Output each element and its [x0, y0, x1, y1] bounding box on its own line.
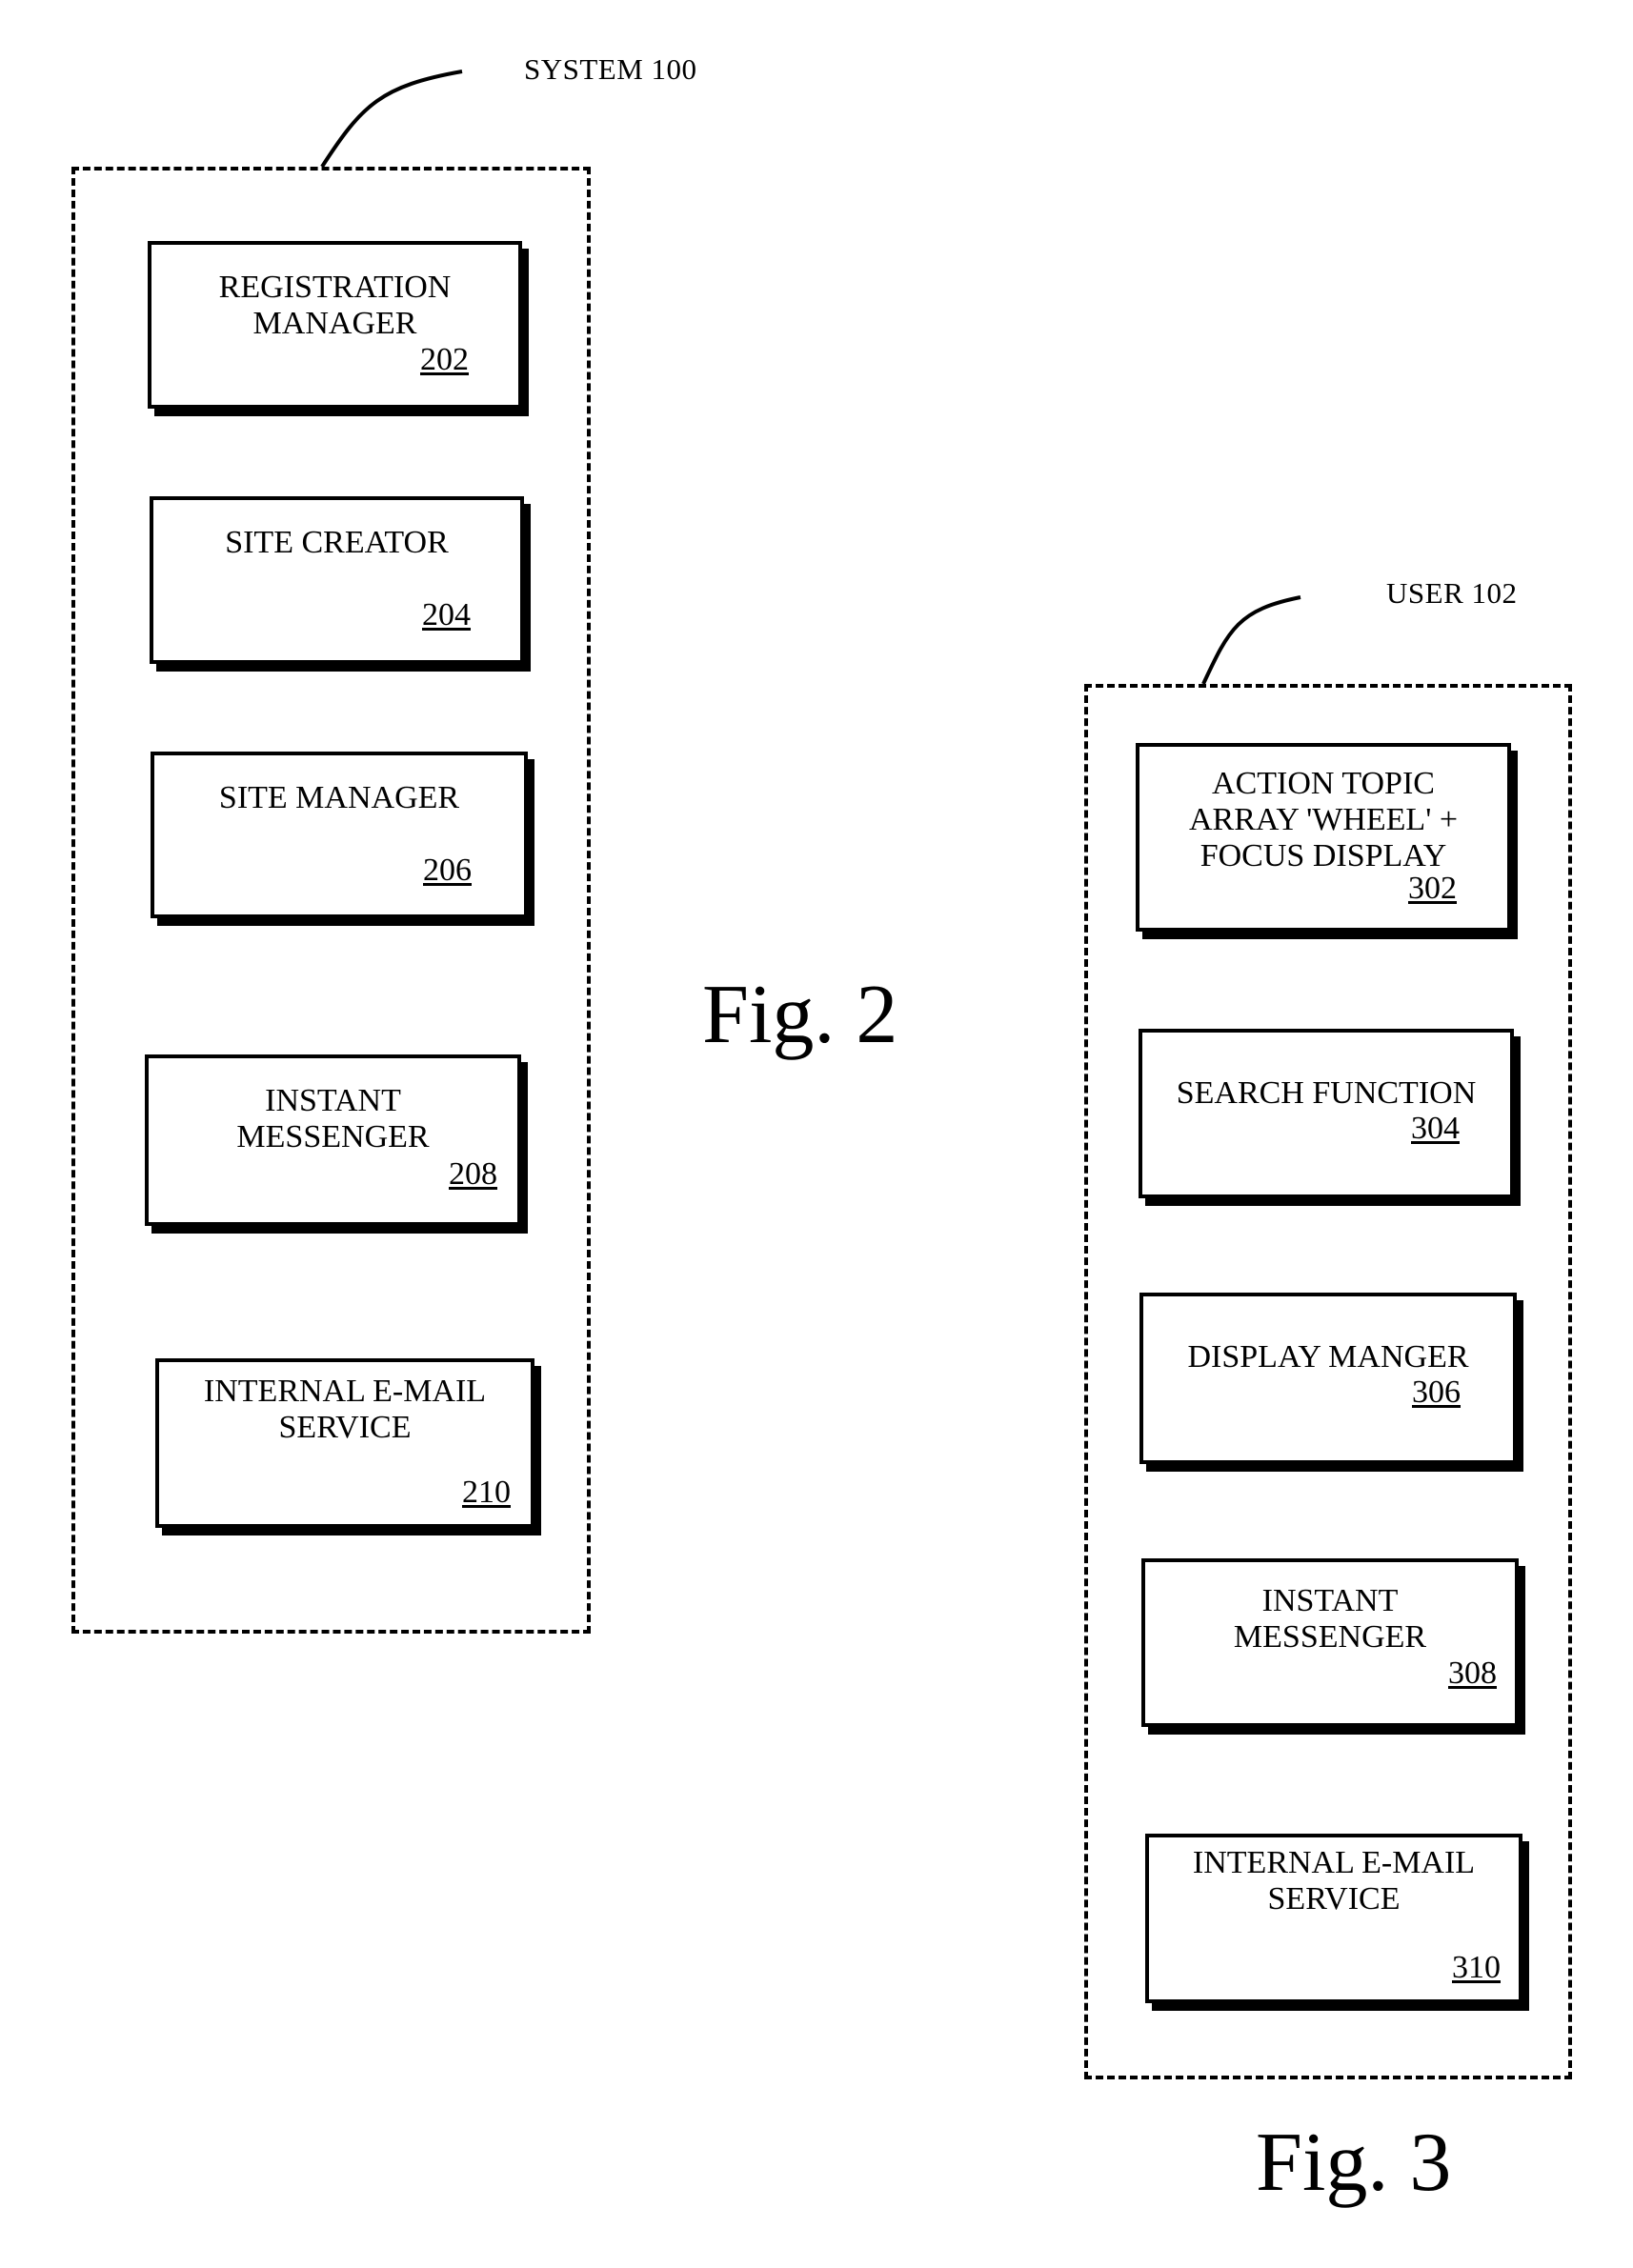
- user-102-label: USER 102: [1386, 576, 1518, 610]
- component-title: SITE MANAGER: [218, 780, 460, 815]
- component-title: INTERNAL E-MAIL SERVICE: [1192, 1845, 1476, 1917]
- action-topic-array-box: ACTION TOPIC ARRAY 'WHEEL' + FOCUS DISPL…: [1136, 743, 1511, 932]
- component-title: SITE CREATOR: [225, 525, 449, 560]
- component-ref: 302: [1408, 871, 1457, 906]
- component-ref: 202: [420, 342, 469, 377]
- component-ref: 308: [1448, 1656, 1497, 1691]
- component-title: REGISTRATION MANAGER: [218, 270, 452, 341]
- component-title: INSTANT MESSENGER: [1233, 1583, 1427, 1655]
- component-ref: 210: [462, 1475, 511, 1510]
- registration-manager-box: REGISTRATION MANAGER 202: [148, 241, 522, 409]
- figure-3-caption: Fig. 3: [1256, 2117, 1452, 2209]
- search-function-box: SEARCH FUNCTION 304: [1139, 1029, 1514, 1198]
- instant-messenger-box: INSTANT MESSENGER 308: [1141, 1558, 1519, 1727]
- component-ref: 204: [422, 597, 471, 632]
- display-manager-box: DISPLAY MANGER 306: [1139, 1293, 1517, 1464]
- figure-2-caption: Fig. 2: [702, 969, 898, 1061]
- component-title: INSTANT MESSENGER: [236, 1083, 430, 1154]
- component-ref: 206: [423, 853, 472, 888]
- component-ref: 208: [449, 1156, 497, 1192]
- user-102-leader-line: [1201, 595, 1301, 685]
- internal-email-service-box: INTERNAL E-MAIL SERVICE 310: [1145, 1834, 1522, 2003]
- component-title: SEARCH FUNCTION: [1176, 1075, 1477, 1111]
- component-title: DISPLAY MANGER: [1187, 1339, 1469, 1375]
- instant-messenger-box: INSTANT MESSENGER 208: [145, 1054, 521, 1226]
- site-creator-box: SITE CREATOR 204: [150, 496, 524, 664]
- internal-email-service-box: INTERNAL E-MAIL SERVICE 210: [155, 1358, 534, 1528]
- system-100-label: SYSTEM 100: [524, 52, 697, 86]
- component-title: ACTION TOPIC ARRAY 'WHEEL' + FOCUS DISPL…: [1188, 766, 1458, 873]
- component-title: INTERNAL E-MAIL SERVICE: [203, 1374, 487, 1445]
- component-ref: 306: [1412, 1375, 1461, 1410]
- site-manager-box: SITE MANAGER 206: [151, 752, 528, 918]
- component-ref: 310: [1452, 1950, 1501, 1985]
- system-100-leader-line: [320, 70, 463, 169]
- component-ref: 304: [1411, 1111, 1460, 1146]
